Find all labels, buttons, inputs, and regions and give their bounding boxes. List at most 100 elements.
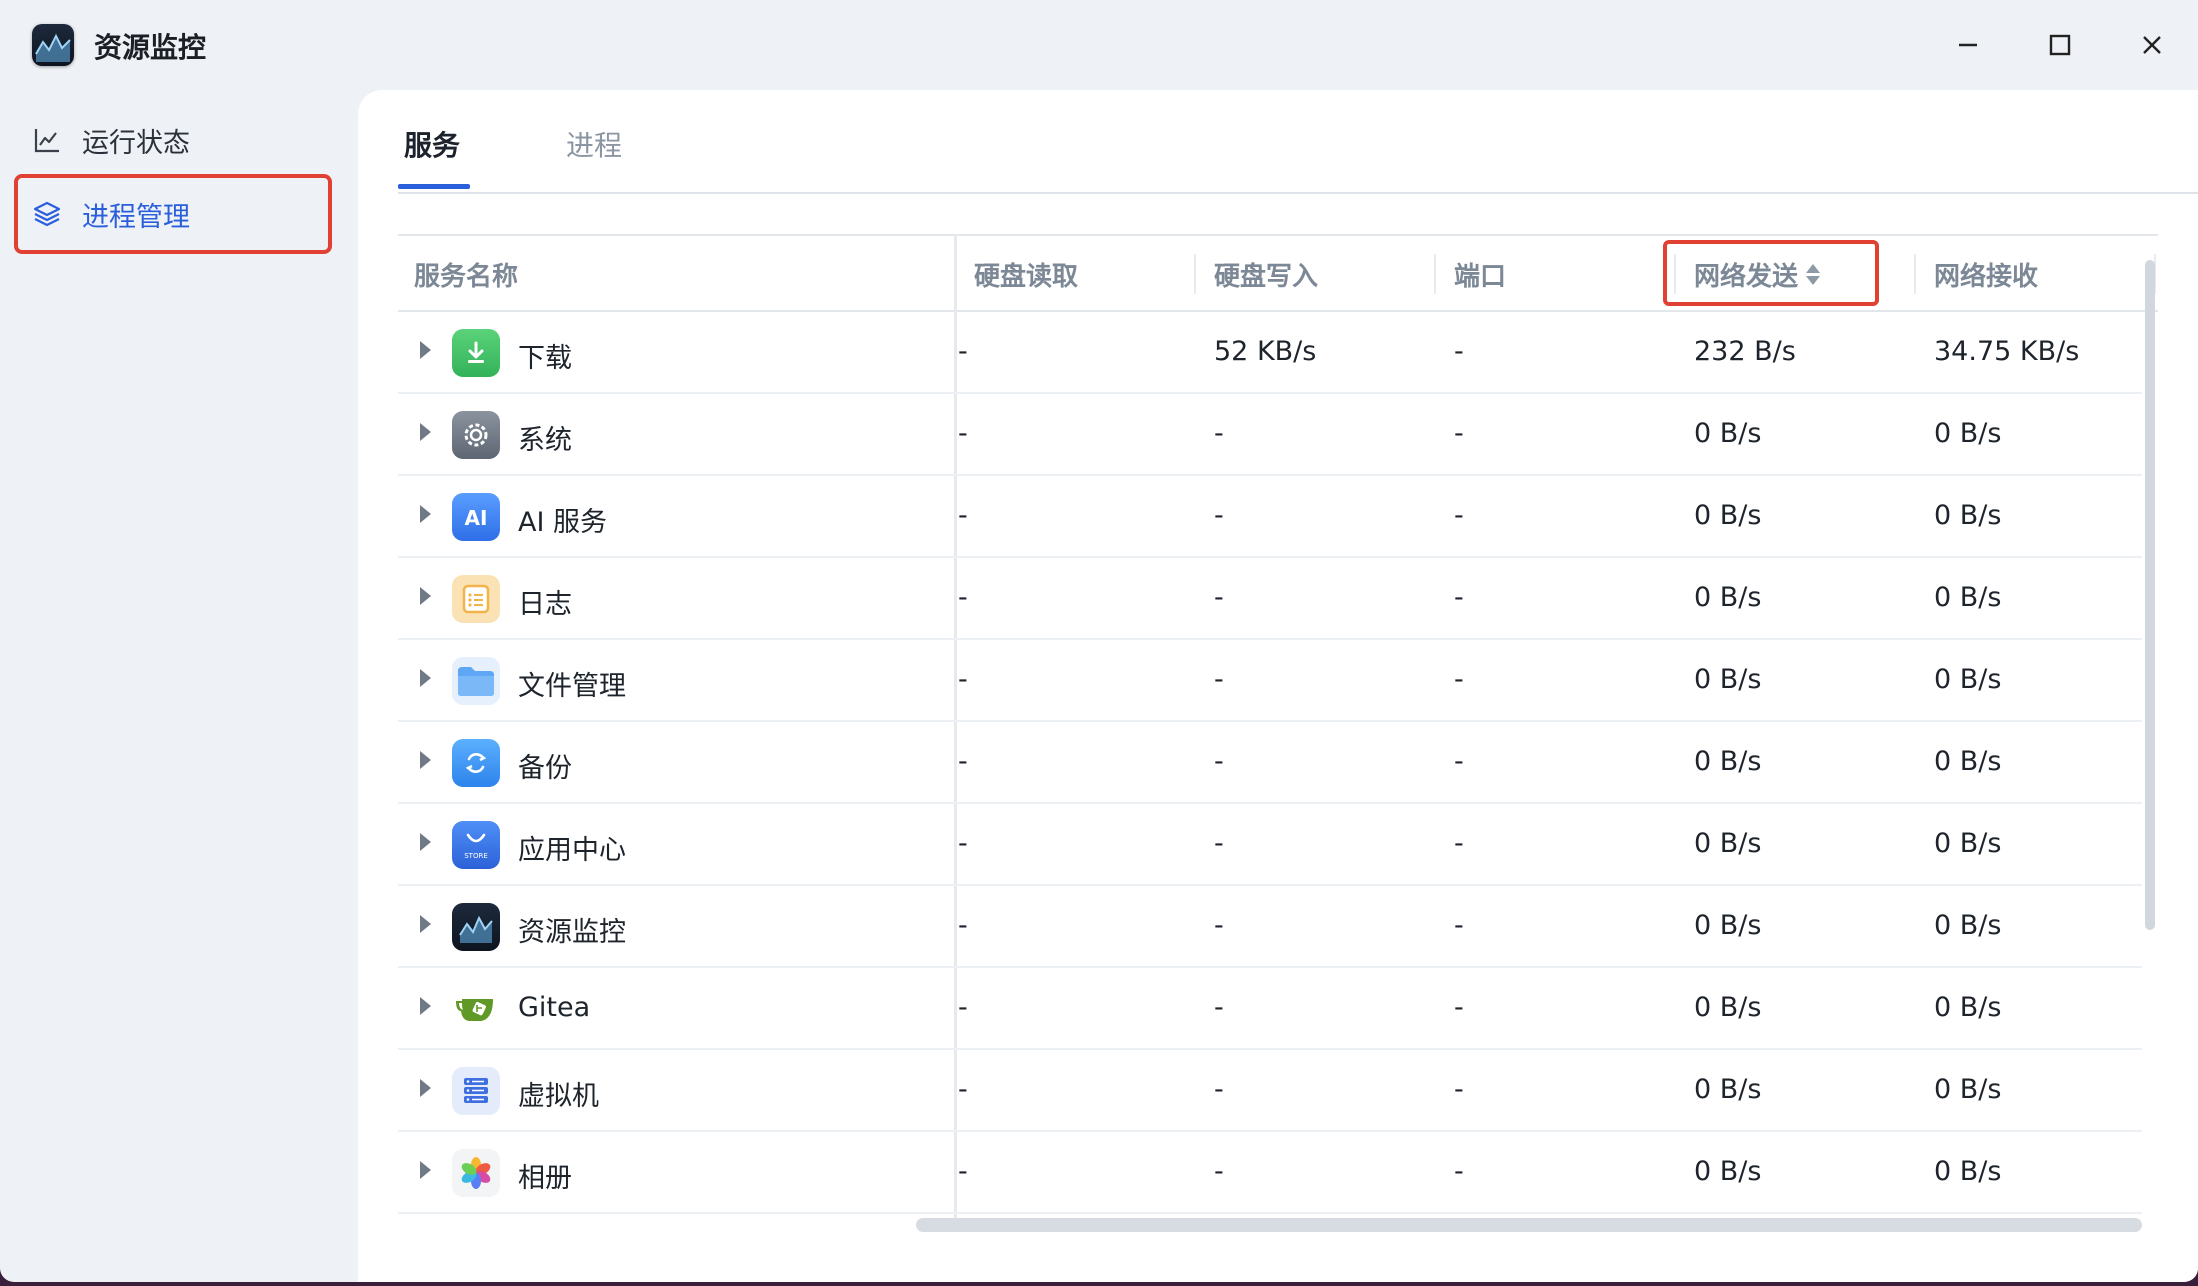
disk-read-cell: -: [958, 828, 968, 859]
table-row[interactable]: 系统 - - - 0 B/s 0 B/s: [398, 394, 2142, 476]
column-header-disk-read[interactable]: 硬盘读取: [974, 236, 1078, 312]
port-cell: -: [1454, 500, 1464, 531]
photos-icon: [452, 1149, 500, 1197]
service-name: 相册: [518, 1163, 572, 1194]
expand-caret-icon[interactable]: [420, 587, 431, 605]
service-name: 资源监控: [518, 917, 626, 948]
table-row[interactable]: 相册 - - - 0 B/s 0 B/s: [398, 1132, 2142, 1214]
column-header-net-recv[interactable]: 网络接收: [1934, 236, 2038, 312]
disk-write-cell: -: [1214, 1156, 1224, 1187]
expand-caret-icon[interactable]: [420, 1161, 431, 1179]
port-cell: -: [1454, 992, 1464, 1023]
disk-write-cell: -: [1214, 1074, 1224, 1105]
expand-caret-icon[interactable]: [420, 1079, 431, 1097]
column-divider: [1674, 254, 1676, 294]
virtual-machine-icon: [452, 1067, 500, 1115]
port-cell: -: [1454, 910, 1464, 941]
column-header-service-name[interactable]: 服务名称: [414, 236, 518, 312]
sort-icon[interactable]: [1806, 263, 1821, 285]
table-row[interactable]: STORE 应用中心 - - - 0 B/s 0 B/s: [398, 804, 2142, 886]
svg-text:STORE: STORE: [464, 852, 488, 860]
service-name: 日志: [518, 589, 572, 620]
ai-service-icon: AI: [452, 493, 500, 541]
window-title: 资源监控: [94, 31, 207, 64]
expand-caret-icon[interactable]: [420, 915, 431, 933]
log-icon: [452, 575, 500, 623]
expand-caret-icon[interactable]: [420, 751, 431, 769]
service-name: 应用中心: [518, 835, 626, 866]
expand-caret-icon[interactable]: [420, 341, 431, 359]
table-row[interactable]: 日志 - - - 0 B/s 0 B/s: [398, 558, 2142, 640]
net-recv-cell: 0 B/s: [1934, 828, 2002, 859]
disk-write-cell: 52 KB/s: [1214, 336, 1317, 367]
sidebar-item-process-management[interactable]: 进程管理: [14, 174, 332, 254]
close-button[interactable]: [2128, 22, 2176, 68]
disk-read-cell: -: [958, 746, 968, 777]
net-recv-cell: 0 B/s: [1934, 910, 2002, 941]
net-recv-cell: 0 B/s: [1934, 664, 2002, 695]
net-send-cell: 232 B/s: [1694, 336, 1796, 367]
net-recv-cell: 0 B/s: [1934, 418, 2002, 449]
port-cell: -: [1454, 582, 1464, 613]
port-cell: -: [1454, 664, 1464, 695]
horizontal-scrollbar[interactable]: [916, 1218, 2142, 1232]
close-icon: [2143, 36, 2161, 54]
service-name: 文件管理: [518, 671, 626, 702]
tab-processes[interactable]: 进程: [566, 124, 622, 164]
net-recv-cell: 34.75 KB/s: [1934, 336, 2080, 367]
minimize-icon: [1959, 43, 1977, 47]
net-recv-cell: 0 B/s: [1934, 746, 2002, 777]
net-send-cell: 0 B/s: [1694, 1156, 1762, 1187]
expand-caret-icon[interactable]: [420, 423, 431, 441]
column-divider: [1434, 254, 1436, 294]
minimize-button[interactable]: [1944, 22, 1992, 68]
services-table: 服务名称 硬盘读取 硬盘写入 端口 网络发送 网络接收 下载 - 52 KB/s - 2…: [398, 234, 2158, 1224]
disk-write-cell: -: [1214, 418, 1224, 449]
table-body: 下载 - 52 KB/s - 232 B/s 34.75 KB/s 系统 - - - 0 B/s 0 …: [398, 312, 2142, 1214]
table-row[interactable]: 下载 - 52 KB/s - 232 B/s 34.75 KB/s: [398, 312, 2142, 394]
port-cell: -: [1454, 418, 1464, 449]
disk-read-cell: -: [958, 992, 968, 1023]
table-header: 服务名称 硬盘读取 硬盘写入 端口 网络发送 网络接收: [398, 234, 2158, 312]
layers-icon: [32, 199, 62, 229]
disk-write-cell: -: [1214, 582, 1224, 613]
table-row[interactable]: AI AI 服务 - - - 0 B/s 0 B/s: [398, 476, 2142, 558]
tab-services[interactable]: 服务: [404, 124, 460, 164]
expand-caret-icon[interactable]: [420, 997, 431, 1015]
disk-write-cell: -: [1214, 992, 1224, 1023]
net-send-cell: 0 B/s: [1694, 746, 1762, 777]
port-cell: -: [1454, 1074, 1464, 1105]
net-send-cell: 0 B/s: [1694, 582, 1762, 613]
net-send-cell: 0 B/s: [1694, 992, 1762, 1023]
app-window: 资源监控 运行状态 进程管理 服务 进程 服务名称 硬盘读取 硬盘写入 端口 网…: [0, 0, 2198, 1282]
disk-write-cell: -: [1214, 910, 1224, 941]
expand-caret-icon[interactable]: [420, 669, 431, 687]
disk-read-cell: -: [958, 910, 968, 941]
service-name: AI 服务: [518, 507, 608, 538]
net-recv-cell: 0 B/s: [1934, 582, 2002, 613]
expand-caret-icon[interactable]: [420, 505, 431, 523]
column-header-port[interactable]: 端口: [1454, 236, 1506, 312]
column-header-disk-write[interactable]: 硬盘写入: [1214, 236, 1318, 312]
expand-caret-icon[interactable]: [420, 833, 431, 851]
table-row[interactable]: 虚拟机 - - - 0 B/s 0 B/s: [398, 1050, 2142, 1132]
table-row[interactable]: Gitea - - - 0 B/s 0 B/s: [398, 968, 2142, 1050]
port-cell: -: [1454, 1156, 1464, 1187]
sidebar-item-status[interactable]: 运行状态: [14, 100, 332, 180]
table-row[interactable]: 文件管理 - - - 0 B/s 0 B/s: [398, 640, 2142, 722]
disk-read-cell: -: [958, 664, 968, 695]
disk-read-cell: -: [958, 1074, 968, 1105]
maximize-icon: [2049, 34, 2071, 56]
vertical-scrollbar[interactable]: [2145, 260, 2155, 930]
maximize-button[interactable]: [2036, 22, 2084, 68]
gitea-icon: [452, 985, 500, 1033]
table-row[interactable]: 备份 - - - 0 B/s 0 B/s: [398, 722, 2142, 804]
app-store-icon: STORE: [452, 821, 500, 869]
column-header-net-send[interactable]: 网络发送: [1694, 236, 1821, 312]
disk-read-cell: -: [958, 418, 968, 449]
resource-monitor-app-icon: [32, 24, 74, 66]
tab-bar: 服务 进程: [398, 90, 2198, 194]
net-send-cell: 0 B/s: [1694, 500, 1762, 531]
table-row[interactable]: 资源监控 - - - 0 B/s 0 B/s: [398, 886, 2142, 968]
service-name: 下载: [518, 343, 572, 374]
